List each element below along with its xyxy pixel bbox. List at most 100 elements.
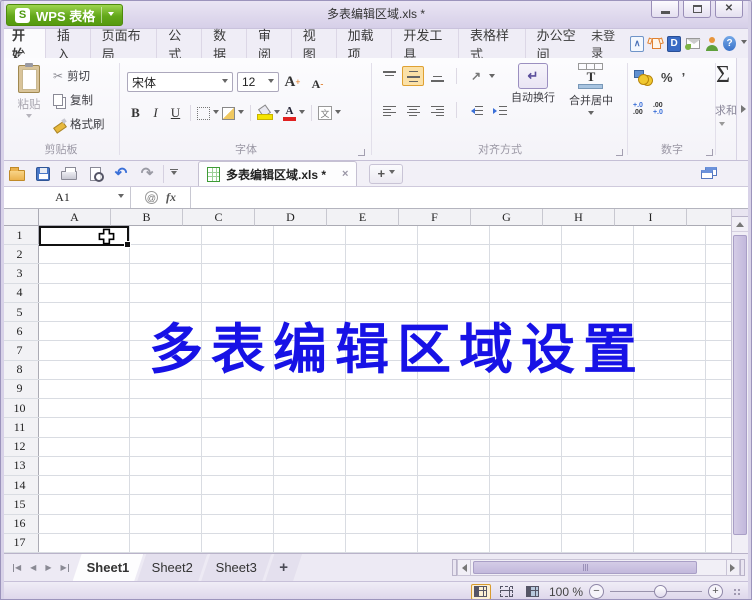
column-header[interactable]: H [543,209,615,226]
chevron-down-icon[interactable] [389,170,395,177]
grid-row[interactable]: 9 [1,380,734,399]
bold-button[interactable]: B [127,103,144,123]
ribbon-tab[interactable]: 视图 [291,29,336,58]
scroll-right-button[interactable] [726,559,740,576]
ribbon-tab[interactable]: 审阅 [246,29,291,58]
column-header[interactable]: B [111,209,183,226]
wps-app-menu-button[interactable]: S WPS 表格 [6,4,123,26]
row-header[interactable]: 7 [1,341,39,359]
cut-button[interactable]: ✂ 剪切 [51,64,105,88]
row-header[interactable]: 11 [1,418,39,436]
help-icon[interactable]: ? [723,36,736,51]
chevron-down-icon[interactable] [108,12,114,19]
docer-icon[interactable]: D [667,36,681,52]
highlight-color-icon[interactable] [257,106,271,120]
page-break-view-button[interactable] [497,584,517,600]
save-button[interactable] [33,164,53,184]
grid-row[interactable]: 13 [1,457,734,476]
split-handle[interactable] [732,209,748,217]
ribbon-tab[interactable]: 表格样式 [458,29,525,58]
ribbon-tab[interactable]: 加载项 [336,29,392,58]
chevron-down-icon[interactable] [719,122,725,129]
align-center-button[interactable] [402,100,424,120]
grid-row[interactable]: 16 [1,515,734,534]
name-box[interactable]: A1 [1,187,131,208]
chevron-down-icon[interactable] [26,114,32,121]
align-bottom-button[interactable] [426,66,448,86]
zoom-out-button[interactable]: − [589,584,604,599]
page-layout-view-button[interactable] [523,584,543,600]
currency-icon[interactable] [634,70,652,85]
open-button[interactable] [7,164,27,184]
formula-input[interactable] [191,187,751,208]
chevron-down-icon[interactable] [741,40,747,47]
ribbon-tab[interactable]: 公式 [156,29,201,58]
borders-icon[interactable] [197,107,210,120]
paste-button[interactable]: 粘贴 [10,63,48,141]
collapse-ribbon-icon[interactable]: ∧ [630,36,644,52]
align-right-button[interactable] [426,100,448,120]
skin-theme-icon[interactable] [649,37,662,50]
chevron-down-icon[interactable] [489,74,495,81]
next-sheet-button[interactable]: ▶ [45,564,51,572]
ribbon-tab[interactable]: 办公空间 [525,29,592,58]
row-header[interactable]: 12 [1,438,39,456]
grow-font-button[interactable]: A+ [284,72,301,92]
row-header[interactable]: 6 [1,322,39,340]
chevron-down-icon[interactable] [268,79,274,86]
shrink-font-button[interactable]: A- [309,74,326,94]
last-sheet-button[interactable]: ▶ [60,564,68,572]
chevron-down-icon[interactable] [274,110,280,117]
grid-row[interactable]: 11 [1,418,734,437]
grid-row[interactable]: 17 [1,534,734,553]
grid-row[interactable]: 3 [1,264,734,283]
percent-style-button[interactable]: % [661,70,673,85]
row-header[interactable]: 2 [1,245,39,263]
font-color-icon[interactable]: A [283,106,296,121]
grid-row[interactable]: 14 [1,476,734,495]
font-family-select[interactable]: 宋体 [127,72,233,92]
column-header[interactable]: C [183,209,255,226]
close-button[interactable]: ✕ [715,1,743,18]
login-link[interactable]: 未登录 [591,27,622,61]
column-header[interactable]: D [255,209,327,226]
align-left-button[interactable] [378,100,400,120]
undo-button[interactable]: ↶ [111,164,131,184]
column-header[interactable]: F [399,209,471,226]
grid-row[interactable]: 4 [1,284,734,303]
alignment-dialog-launcher-icon[interactable] [616,149,623,156]
sheet-tab[interactable]: Sheet1 [73,554,144,581]
row-header[interactable]: 9 [1,380,39,398]
wrap-text-button[interactable]: ↵ 自动换行 [507,63,559,105]
number-dialog-launcher-icon[interactable] [706,149,713,156]
first-sheet-button[interactable]: ◀ [13,564,21,572]
italic-button[interactable]: I [147,103,164,123]
print-preview-button[interactable] [85,164,105,184]
column-header[interactable]: G [471,209,543,226]
restore-button[interactable] [683,1,711,18]
fill-color-icon[interactable] [222,107,235,120]
comma-style-button[interactable]: ’ [682,70,686,85]
ribbon-tab[interactable]: 插入 [45,29,90,58]
selected-cell-a1[interactable] [39,226,129,246]
row-header[interactable]: 14 [1,476,39,494]
align-top-button[interactable] [378,66,400,86]
decrease-indent-button[interactable] [465,100,487,120]
contact-icon[interactable] [705,37,718,51]
vertical-scroll-thumb[interactable] [733,235,747,535]
chevron-down-icon[interactable] [335,110,341,117]
row-header[interactable]: 15 [1,495,39,513]
zoom-slider-track[interactable] [610,584,702,599]
column-header[interactable]: I [615,209,687,226]
merge-center-button[interactable]: T 合并居中 [565,63,617,120]
copy-button[interactable]: 复制 [51,88,105,112]
sum-button[interactable]: Σ [716,62,730,89]
close-document-icon[interactable]: × [342,168,348,180]
row-header[interactable]: 16 [1,515,39,533]
scroll-up-button[interactable] [732,217,748,232]
format-painter-button[interactable]: 格式刷 [51,112,105,136]
document-tab[interactable]: 多表编辑区域.xls * × [198,161,357,186]
ribbon-tab[interactable]: 数据 [201,29,246,58]
arrange-windows-icon[interactable] [701,167,717,180]
horizontal-scrollbar[interactable] [452,558,745,577]
